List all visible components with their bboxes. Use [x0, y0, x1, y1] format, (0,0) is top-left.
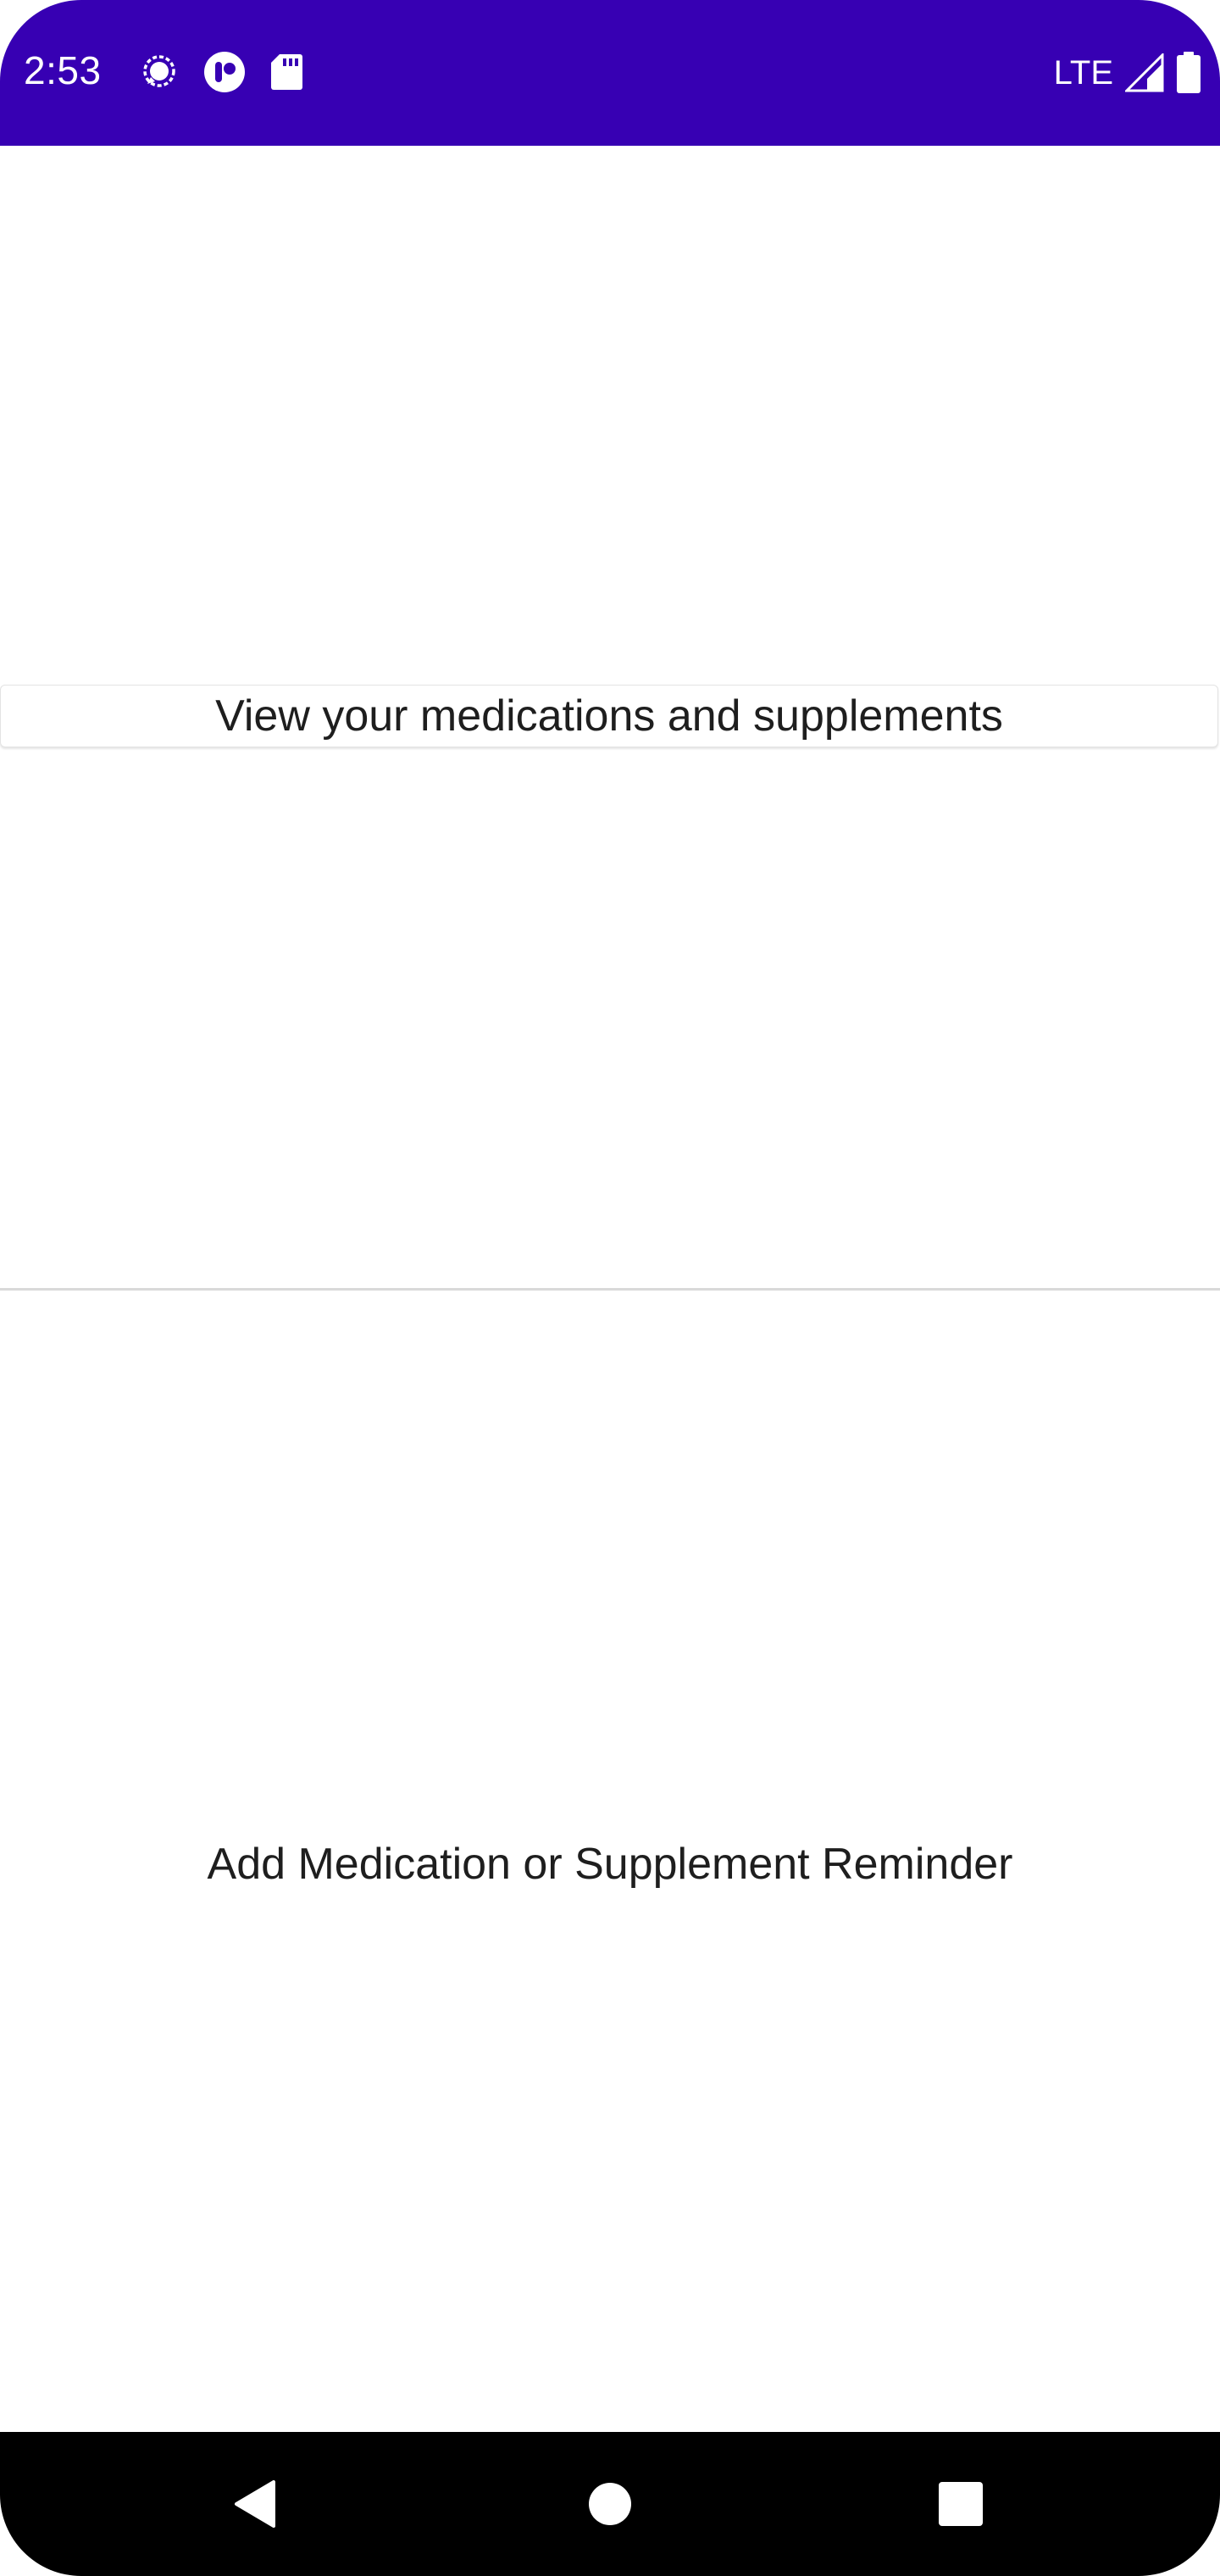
navigation-bar: [0, 2432, 1220, 2576]
status-bar: 2:53 LTE: [0, 0, 1220, 146]
view-medications-label: View your medications and supplements: [215, 691, 1003, 741]
recents-icon: [938, 2481, 984, 2527]
notification-icons: [139, 51, 303, 93]
back-icon: [231, 2479, 277, 2529]
battery-icon: [1176, 52, 1201, 94]
view-medications-button[interactable]: View your medications and supplements: [0, 685, 1218, 747]
add-reminder-button[interactable]: Add Medication or Supplement Reminder: [0, 1291, 1220, 2432]
sd-card-icon: [269, 53, 303, 92]
network-type-label: LTE: [1053, 54, 1113, 92]
podcast-app-icon: [203, 51, 246, 93]
add-reminder-label: Add Medication or Supplement Reminder: [207, 1839, 1013, 1889]
system-status-icons: LTE: [1054, 51, 1201, 95]
status-time: 2:53: [24, 48, 102, 92]
home-icon: [588, 2482, 632, 2526]
home-button[interactable]: [542, 2432, 678, 2576]
back-button[interactable]: [186, 2432, 322, 2576]
cell-signal-icon: [1125, 53, 1164, 92]
app-screen: 2:53 LTE View your medications and suppl…: [0, 0, 1220, 2576]
recents-button[interactable]: [893, 2432, 1029, 2576]
signal-messenger-icon: [139, 52, 180, 92]
